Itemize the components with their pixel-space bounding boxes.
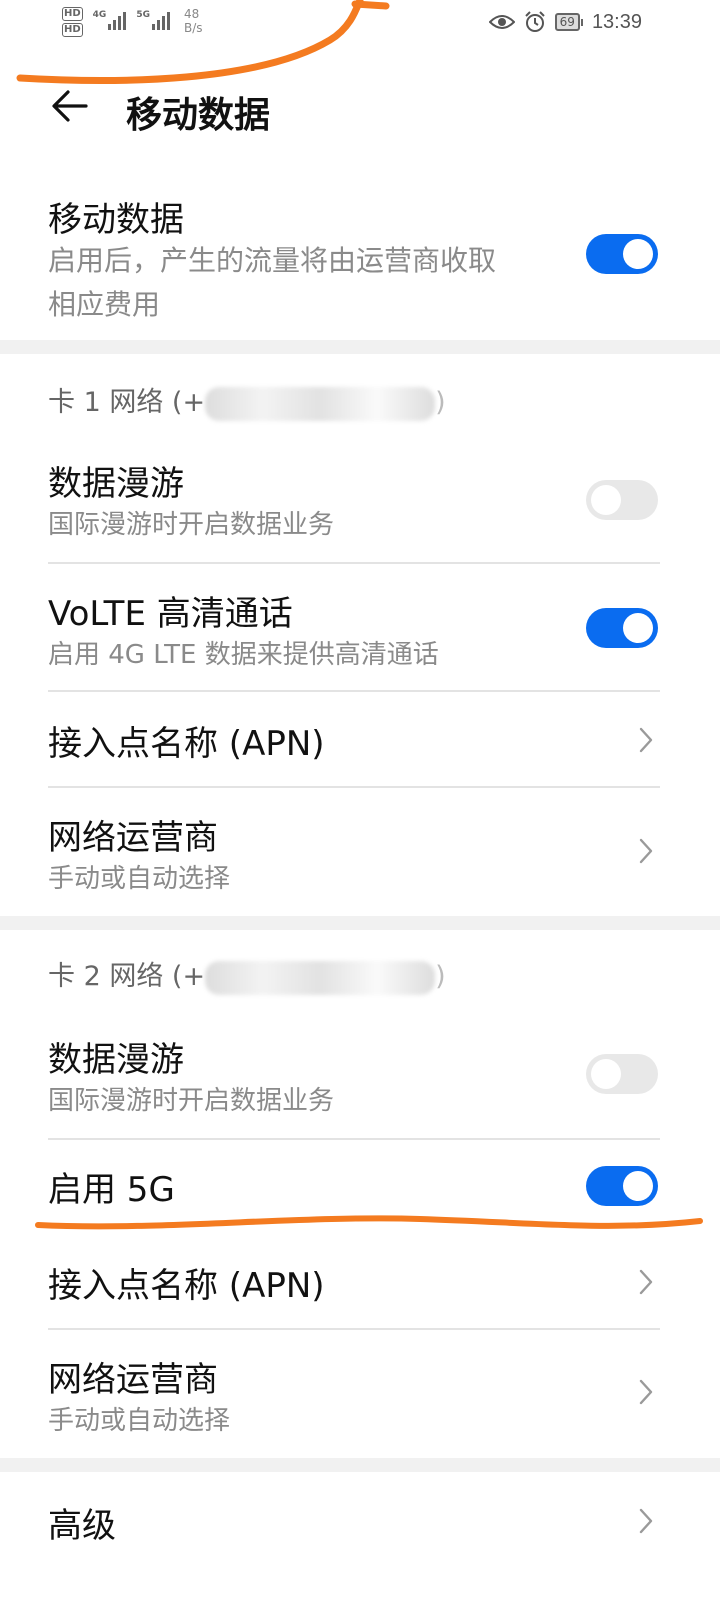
sim1-header-suffix: ): [435, 387, 446, 418]
mobile-data-subtitle-2: 相应费用: [48, 288, 161, 321]
advanced-title: 高级: [48, 1506, 116, 1546]
sim2-apn-row[interactable]: 接入点名称 (APN): [48, 1258, 660, 1318]
signal-bars-icon: [151, 10, 170, 30]
advanced-row[interactable]: 高级: [48, 1498, 660, 1558]
sim2-carrier-subtitle: 手动或自动选择: [48, 1406, 231, 1436]
sim2-apn-title: 接入点名称 (APN): [48, 1266, 325, 1306]
sim1-header-label: 卡 1 网络 (+: [48, 387, 206, 418]
mobile-data-title: 移动数据: [48, 200, 184, 240]
sim1-volte-row[interactable]: VoLTE 高清通话 启用 4G LTE 数据来提供高清通话: [48, 582, 660, 688]
sim1-carrier-subtitle: 手动或自动选择: [48, 864, 231, 894]
sim1-apn-row[interactable]: 接入点名称 (APN): [48, 716, 660, 776]
alarm-icon: [524, 11, 545, 32]
hd-indicators: HD HD: [62, 7, 83, 37]
signal-sim2: 5G: [136, 10, 170, 30]
signal-sim1: 4G: [93, 10, 127, 30]
status-right: 69 13:39: [488, 10, 642, 34]
mobile-data-row[interactable]: 移动数据 启用后，产生的流量将由运营商收取 相应费用: [48, 188, 660, 328]
clock: 13:39: [591, 10, 642, 33]
page-title: 移动数据: [126, 95, 271, 136]
divider: [48, 1138, 660, 1140]
chevron-right-icon: [639, 1269, 653, 1295]
sim1-apn-title: 接入点名称 (APN): [48, 724, 325, 764]
section-divider: [0, 916, 720, 930]
section-divider: [0, 340, 720, 354]
network-speed: 48 B/s: [184, 7, 203, 35]
hd-badge-1: HD: [62, 7, 83, 21]
sim1-volte-toggle[interactable]: [586, 608, 658, 648]
mobile-data-toggle[interactable]: [586, 234, 658, 274]
redacted-number: [205, 960, 436, 995]
speed-value: 48: [183, 7, 200, 21]
chevron-right-icon: [639, 1508, 653, 1534]
sim1-roaming-toggle[interactable]: [586, 480, 658, 520]
sim2-roaming-toggle[interactable]: [586, 1054, 658, 1094]
chevron-right-icon: [639, 1379, 653, 1405]
hd-badge-2: HD: [62, 23, 83, 37]
sim2-carrier-row[interactable]: 网络运营商 手动或自动选择: [48, 1348, 660, 1448]
sim1-roaming-row[interactable]: 数据漫游 国际漫游时开启数据业务: [48, 452, 660, 562]
sim2-carrier-title: 网络运营商: [48, 1360, 218, 1400]
sim2-header-suffix: ): [435, 961, 446, 992]
chevron-right-icon: [639, 838, 653, 864]
sim2-header: 卡 2 网络 (+): [48, 954, 446, 995]
sim2-header-label: 卡 2 网络 (+: [48, 961, 206, 992]
eye-icon: [488, 15, 515, 29]
status-bar: HD HD 4G 5G 48 B/s 69 13:39: [0, 0, 720, 52]
divider: [48, 1328, 660, 1330]
sim1-carrier-row[interactable]: 网络运营商 手动或自动选择: [48, 806, 660, 906]
divider: [48, 562, 660, 564]
sim1-header: 卡 1 网络 (+): [48, 380, 446, 421]
status-left: HD HD 4G 5G 48 B/s: [62, 6, 203, 46]
sim1-volte-title: VoLTE 高清通话: [48, 594, 293, 634]
back-arrow-icon[interactable]: [48, 84, 92, 128]
app-header: 移动数据: [0, 70, 720, 140]
divider: [48, 786, 660, 788]
sim1-roaming-subtitle: 国际漫游时开启数据业务: [48, 510, 335, 540]
sim2-5g-toggle[interactable]: [586, 1166, 658, 1206]
section-divider: [0, 1458, 720, 1472]
sim2-roaming-row[interactable]: 数据漫游 国际漫游时开启数据业务: [48, 1028, 660, 1138]
net-type-1: 4G: [92, 10, 107, 20]
redacted-number: [205, 386, 436, 421]
chevron-right-icon: [639, 727, 653, 753]
divider: [48, 690, 660, 692]
sim1-volte-subtitle: 启用 4G LTE 数据来提供高清通话: [48, 640, 439, 670]
signal-bars-icon: [108, 10, 127, 30]
net-type-2: 5G: [136, 10, 150, 20]
battery-icon: 69: [554, 13, 584, 31]
sim2-roaming-title: 数据漫游: [48, 1040, 184, 1080]
sim1-carrier-title: 网络运营商: [48, 818, 218, 858]
sim2-5g-row[interactable]: 启用 5G: [48, 1162, 660, 1222]
sim2-roaming-subtitle: 国际漫游时开启数据业务: [48, 1086, 335, 1116]
speed-unit: B/s: [183, 21, 203, 35]
sim2-5g-title: 启用 5G: [48, 1170, 175, 1210]
mobile-data-subtitle-1: 启用后，产生的流量将由运营商收取: [48, 244, 497, 277]
sim1-roaming-title: 数据漫游: [48, 464, 184, 504]
